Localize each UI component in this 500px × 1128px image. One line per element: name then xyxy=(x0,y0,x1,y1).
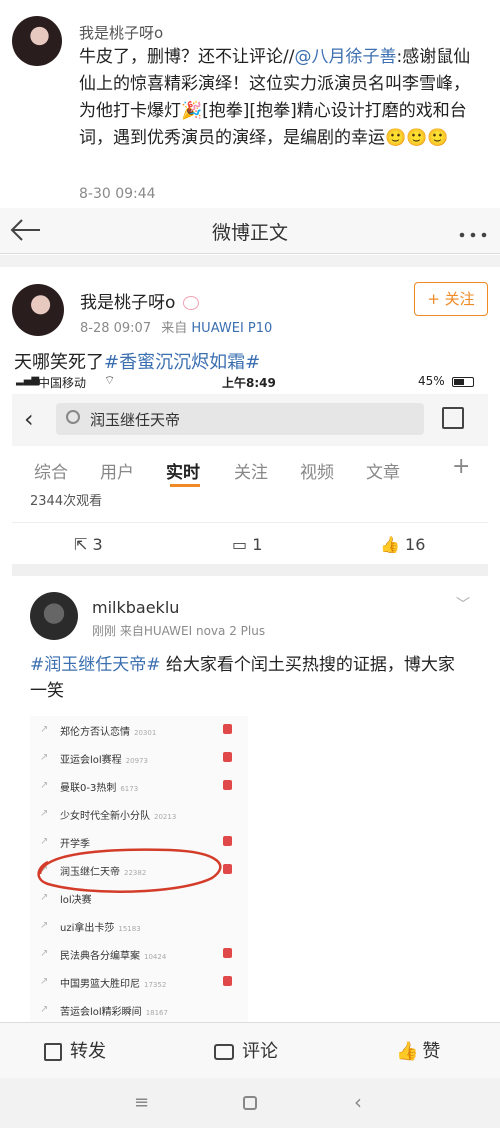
chevron-down-icon[interactable]: ﹀ xyxy=(456,594,470,614)
nav-gap xyxy=(0,255,500,267)
comment-action[interactable]: ▭ 1 xyxy=(232,535,262,554)
status-bar: ▂▄▆ 中国移动 ⌔ 上午8:49 45% xyxy=(12,372,488,392)
clock: 上午8:49 xyxy=(222,376,276,390)
menu-icon[interactable]: ≡ xyxy=(134,1092,149,1113)
post-text: 天哪笑死了#香蜜沉沉烬如霜# xyxy=(14,348,260,374)
embedded-screenshot[interactable]: ▂▄▆ 中国移动 ⌔ 上午8:49 45% ‹ 润玉继任天帝 综合 用户 实时 … xyxy=(12,372,488,1028)
search-input[interactable]: 润玉继任天帝 xyxy=(56,403,424,435)
page-title: 微博正文 xyxy=(211,222,288,244)
tab-3[interactable]: 关注 xyxy=(234,458,268,483)
share-icon xyxy=(44,1043,62,1061)
comment-label: 评论 xyxy=(242,1041,278,1062)
first-comment-text: 牛皮了，删博？还不让评论//@八月徐子善:感谢鼠仙仙上的惊喜精彩演绎！这位实力派… xyxy=(79,44,484,152)
post-time: 8-28 09:07 xyxy=(80,321,152,336)
bottom-toolbar: 转发 评论 👍 赞 xyxy=(0,1022,500,1078)
like-action[interactable]: 👍 16 xyxy=(380,535,425,554)
first-comment-text-before: 牛皮了，删博？还不让评论// xyxy=(79,47,295,67)
more-button[interactable] xyxy=(456,226,490,238)
follow-button[interactable]: + 关注 xyxy=(414,282,488,316)
more-dots-icon xyxy=(459,232,487,238)
post-text-body: 天哪笑死了 xyxy=(14,352,104,373)
tab-4[interactable]: 视频 xyxy=(300,458,334,483)
like-label: 赞 xyxy=(422,1041,441,1062)
post-meta: 8-28 09:07 来自 HUAWEI P10 xyxy=(80,317,272,336)
inner-post-meta: 刚刚 来自HUAWEI nova 2 Plus xyxy=(92,624,266,638)
rabbit-icon xyxy=(182,296,199,310)
repost-button[interactable]: 转发 xyxy=(44,1037,106,1063)
comment-icon xyxy=(214,1044,234,1060)
repost-label: 转发 xyxy=(70,1041,106,1062)
post-source[interactable]: HUAWEI P10 xyxy=(191,321,272,336)
like-count: 16 xyxy=(405,535,426,554)
search-query: 润玉继任天帝 xyxy=(90,411,181,429)
first-comment-username[interactable]: 我是桃子呀o xyxy=(79,22,163,43)
post-avatar[interactable] xyxy=(12,284,64,336)
comment-button[interactable]: 评论 xyxy=(214,1037,278,1063)
wifi-icon: ⌔ xyxy=(104,373,116,387)
hot-search-list-image[interactable]: ↗ 郑伦方否认恋情 20301 ↗ 亚运会lol赛程 20973 ↗ 曼联0-3热刺 6173 ↗… xyxy=(30,716,248,1028)
view-count: 2344次观看 xyxy=(30,494,103,509)
post-username-text: 我是桃子呀o xyxy=(80,293,176,313)
tab-2[interactable]: 实时 xyxy=(166,458,200,483)
tab-5[interactable]: 文章 xyxy=(366,458,400,483)
active-tab-indicator xyxy=(170,484,200,487)
inner-post-avatar[interactable] xyxy=(30,592,78,640)
mention-link[interactable]: @八月徐子善 xyxy=(294,47,396,67)
action-row: ⇱ 3 ▭ 1 👍 16 xyxy=(12,522,488,562)
battery-text: 45% xyxy=(418,374,445,388)
back-icon[interactable]: ‹ xyxy=(354,1090,362,1114)
repost-action[interactable]: ⇱ 3 xyxy=(74,535,103,554)
system-nav-bar: ≡ ‹ xyxy=(0,1078,500,1128)
first-comment-timestamp: 8-30 09:44 xyxy=(79,186,156,202)
signal-icon: ▂▄▆ xyxy=(16,375,40,386)
inner-post-username[interactable]: milkbaeklu xyxy=(92,598,179,617)
nav-bar: 微博正文 xyxy=(0,208,500,254)
carrier: 中国移动 xyxy=(38,376,87,390)
post-username[interactable]: 我是桃子呀o xyxy=(80,288,199,313)
home-icon[interactable] xyxy=(243,1096,257,1110)
inner-post-text: #润玉继任天帝# 给大家看个闰土买热搜的证据，博大家一笑 xyxy=(30,652,470,704)
red-circle-annotation xyxy=(37,848,222,893)
post-hashtag[interactable]: #香蜜沉沉烬如霜# xyxy=(104,352,260,373)
inner-post-hashtag[interactable]: #润玉继任天帝# xyxy=(30,655,161,675)
repost-count: 3 xyxy=(92,535,103,554)
post-source-prefix: 来自 xyxy=(161,321,188,336)
tab-0[interactable]: 综合 xyxy=(34,458,68,483)
comment-count: 1 xyxy=(252,535,263,554)
plus-icon[interactable]: + xyxy=(452,454,470,479)
chevron-left-icon[interactable]: ‹ xyxy=(24,405,34,433)
search-icon xyxy=(66,410,80,424)
search-tabs: 综合 用户 实时 关注 视频 文章 + xyxy=(12,454,488,488)
battery-icon xyxy=(452,377,474,387)
search-bar: ‹ 润玉继任天帝 xyxy=(12,394,488,446)
embedded-divider xyxy=(12,564,488,576)
first-comment-avatar[interactable] xyxy=(12,16,62,66)
thumbs-up-icon: 👍 xyxy=(396,1041,419,1062)
like-button[interactable]: 👍 赞 xyxy=(396,1037,440,1063)
compose-icon[interactable] xyxy=(442,407,464,429)
tab-1[interactable]: 用户 xyxy=(100,458,134,483)
